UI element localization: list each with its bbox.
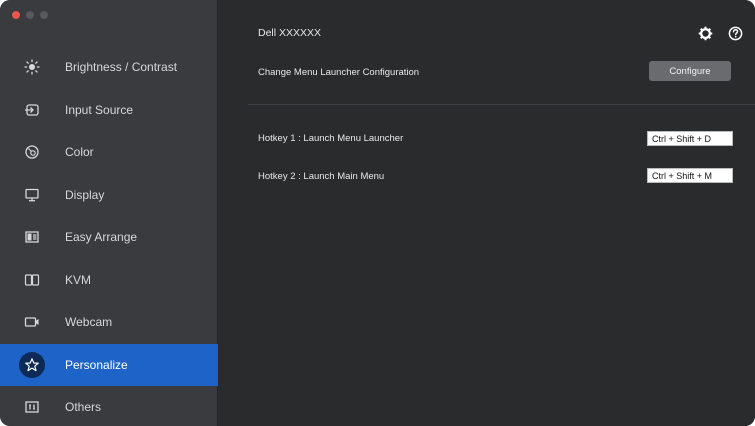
- sidebar-item-display[interactable]: Display: [0, 174, 218, 217]
- sidebar-item-others[interactable]: Others: [0, 386, 218, 426]
- hotkey-1-field[interactable]: Ctrl + Shift + D: [647, 131, 733, 146]
- kvm-icon: [21, 269, 43, 291]
- app-window: Brightness / Contrast Input Source Color…: [0, 0, 755, 426]
- sidebar-nav: Brightness / Contrast Input Source Color…: [0, 46, 218, 426]
- window-controls: [12, 11, 48, 19]
- sidebar-item-label: Color: [65, 145, 94, 160]
- sidebar-item-label: KVM: [65, 272, 92, 287]
- easy-arrange-icon: [21, 226, 43, 248]
- sidebar-item-label: Brightness / Contrast: [65, 60, 178, 75]
- main-panel: Dell XXXXXX Change Menu Launcher Configu…: [218, 0, 755, 426]
- maximize-window-button[interactable]: [40, 11, 48, 19]
- sidebar-item-personalize[interactable]: Personalize: [0, 343, 218, 386]
- sidebar-item-label: Display: [65, 187, 105, 202]
- star-icon: [19, 351, 45, 378]
- menu-launcher-label: Change Menu Launcher Configuration: [258, 67, 420, 78]
- sidebar-item-label: Others: [65, 400, 102, 415]
- close-window-button[interactable]: [12, 11, 20, 19]
- color-icon: [21, 141, 43, 163]
- sidebar-item-easy-arrange[interactable]: Easy Arrange: [0, 216, 218, 259]
- hotkey-2-label: Hotkey 2 : Launch Main Menu: [258, 171, 385, 182]
- sidebar-item-label: Easy Arrange: [65, 230, 138, 245]
- others-icon: [21, 396, 43, 418]
- brightness-icon: [21, 56, 43, 78]
- sidebar-item-brightness-contrast[interactable]: Brightness / Contrast: [0, 46, 218, 89]
- sidebar: Brightness / Contrast Input Source Color…: [0, 0, 218, 426]
- sidebar-item-color[interactable]: Color: [0, 131, 218, 174]
- header-actions: [697, 25, 743, 41]
- help-icon[interactable]: [727, 25, 743, 41]
- settings-icon[interactable]: [697, 25, 713, 41]
- sidebar-item-label: Personalize: [65, 357, 128, 372]
- sidebar-item-label: Webcam: [65, 315, 113, 330]
- sidebar-item-kvm[interactable]: KVM: [0, 259, 218, 302]
- sidebar-item-label: Input Source: [65, 102, 134, 117]
- section-divider: [248, 104, 755, 105]
- hotkey-2-field[interactable]: Ctrl + Shift + M: [647, 168, 733, 183]
- input-source-icon: [21, 99, 43, 121]
- webcam-icon: [21, 311, 43, 333]
- page-title: Dell XXXXXX: [258, 27, 322, 39]
- hotkey-1-label: Hotkey 1 : Launch Menu Launcher: [258, 133, 404, 144]
- minimize-window-button[interactable]: [26, 11, 34, 19]
- sidebar-item-input-source[interactable]: Input Source: [0, 89, 218, 132]
- configure-button[interactable]: Configure: [649, 61, 731, 81]
- sidebar-item-webcam[interactable]: Webcam: [0, 301, 218, 344]
- display-icon: [21, 184, 43, 206]
